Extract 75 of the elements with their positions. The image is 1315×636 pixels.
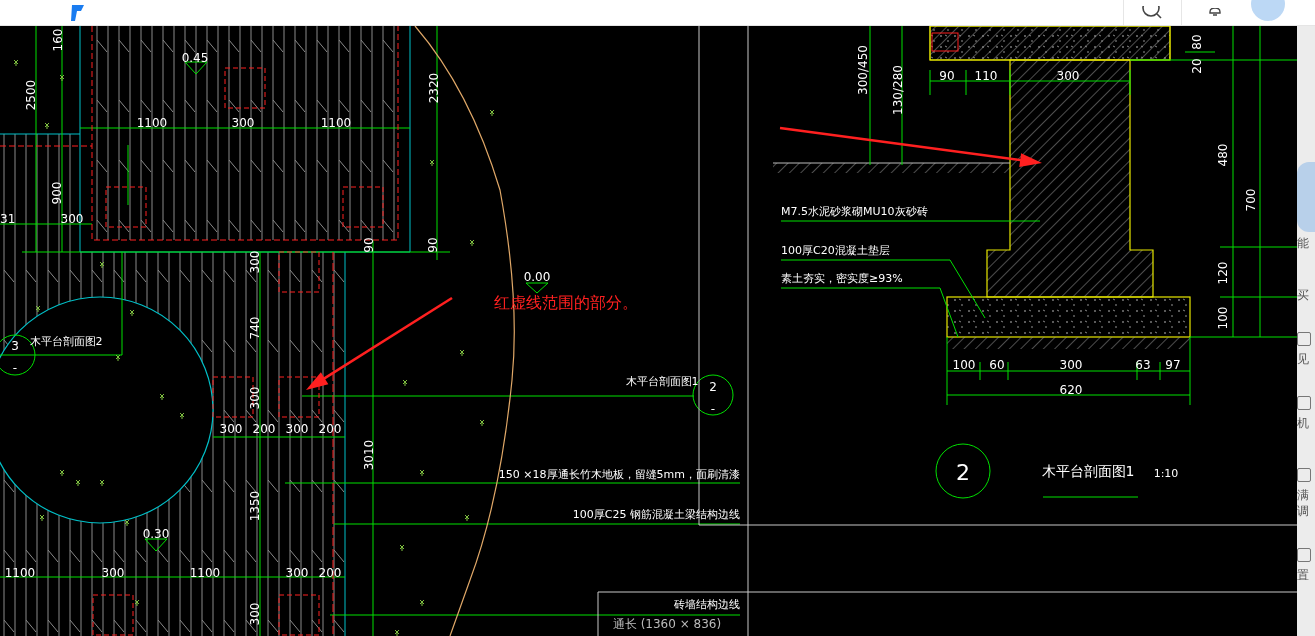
dimension-label: 300 [247, 602, 262, 626]
panel-label[interactable]: 机 [1297, 416, 1309, 430]
dimension-label: 480 [1215, 143, 1230, 167]
dimension-label: 200 [318, 421, 342, 436]
dimension-label: 300 [285, 421, 309, 436]
dimension-label: 700 [1243, 188, 1258, 212]
dimension-label: 300 [60, 211, 84, 226]
dimension-label: 90 [425, 237, 440, 253]
bell-icon[interactable] [1208, 7, 1222, 18]
dimension-label: 1100 [4, 565, 36, 580]
dimension-label: 300 [285, 565, 309, 580]
note-label: 150 ×18厚通长竹木地板，留缝5mm，面刷清漆 [498, 468, 740, 482]
dimension-label: 200 [252, 421, 276, 436]
callout-number: 2 [956, 460, 970, 486]
dimension-label: 63 [1135, 357, 1151, 372]
dimension-label: 130/280 [890, 65, 905, 115]
panel-label[interactable]: 调 [1297, 504, 1309, 518]
image-size-caption: 通长 (1360 × 836) [612, 617, 722, 631]
dimension-label: 300 [1059, 357, 1083, 372]
dimension-label: 31 [0, 211, 16, 226]
dimension-label: 3010 [361, 439, 376, 471]
callout-number: 2 [709, 379, 717, 394]
dimension-label: 97 [1165, 357, 1181, 372]
panel-icon[interactable] [1297, 332, 1311, 346]
dimension-label: 300 [247, 386, 262, 410]
scale-label: 1:10 [1153, 467, 1179, 481]
dimension-label: 110 [974, 68, 998, 83]
panel-label[interactable]: 买 [1297, 288, 1309, 302]
dimension-label: 1350 [247, 490, 262, 522]
drawing-title: 木平台剖面图1 [1041, 463, 1135, 480]
dimension-label: 60 [989, 357, 1005, 372]
dimension-label: 300 [219, 421, 243, 436]
note-label: 100厚C25 钢筋混凝土梁结构边线 [572, 508, 740, 522]
dimension-label: 620 [1059, 382, 1083, 397]
panel-icon[interactable] [1297, 468, 1311, 482]
dimension-label: 200 [318, 565, 342, 580]
callout-number: 3 [11, 338, 19, 353]
note-label: M7.5水泥砂浆砌MU10灰砂砖 [781, 205, 928, 219]
dimension-label: 100 [952, 357, 976, 372]
elevation-label: 0.00 [523, 269, 551, 284]
callout-number: - [710, 401, 716, 416]
dimension-label: 120 [1215, 261, 1230, 285]
dimension-label: 300 [101, 565, 125, 580]
dimension-label: 160 [50, 28, 65, 52]
dimension-label: 100 [1215, 306, 1230, 330]
dimension-label: 300 [1056, 68, 1080, 83]
note-label: 木平台剖面图1 [625, 375, 699, 389]
elevation-label: 0.30 [142, 526, 170, 541]
dimension-label: 300/450 [855, 45, 870, 95]
dimension-label: 1100 [136, 115, 168, 130]
dimension-label: 2500 [23, 79, 38, 111]
note-label: 素土夯实，密实度≥93% [781, 272, 903, 286]
panel-label[interactable]: 满 [1297, 488, 1309, 502]
dimension-label: 300 [247, 250, 262, 274]
panel-icon[interactable] [1297, 396, 1311, 410]
note-label: 100厚C20混凝土垫层 [781, 244, 890, 258]
dimension-label: 2320 [426, 72, 441, 104]
dimension-label: 90 [939, 68, 955, 83]
search-icon[interactable] [1142, 5, 1162, 20]
dimension-label: 300 [231, 115, 255, 130]
dimension-label: 80 [1189, 34, 1204, 50]
dimension-label: 740 [247, 316, 262, 340]
dimension-label: 900 [49, 181, 64, 205]
dimension-label: 1100 [189, 565, 221, 580]
dimension-label: 1100 [320, 115, 352, 130]
panel-label[interactable]: 见 [1297, 352, 1309, 366]
note-label: 木平台剖面图2 [29, 335, 103, 349]
callout-number: - [12, 360, 18, 375]
panel-label[interactable]: 置 [1297, 568, 1309, 582]
panel-label[interactable]: 能 [1297, 236, 1309, 250]
elevation-label: 0.45 [181, 50, 209, 65]
panel-icon[interactable] [1297, 548, 1311, 562]
note-label: 砖墙结构边线 [674, 598, 740, 612]
dimension-label: 90 [361, 237, 376, 253]
dimension-label: 20 [1189, 58, 1204, 74]
